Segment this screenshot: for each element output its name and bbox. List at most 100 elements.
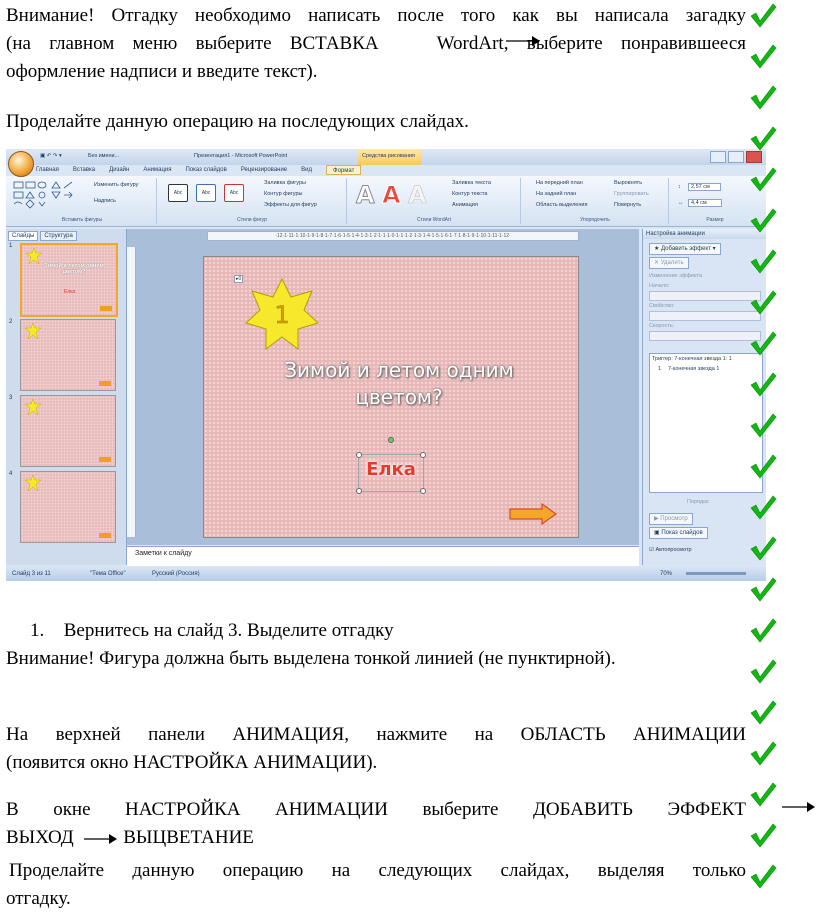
preview-button[interactable]: ▶ Просмотр xyxy=(649,513,693,525)
group-shape-styles: Abc Abc Abc Заливка фигуры Контур фигуры… xyxy=(158,178,347,224)
checkmark-icon xyxy=(750,126,777,151)
wordart-a-white[interactable]: A xyxy=(356,182,376,209)
text-outline-button[interactable]: Контур текста xyxy=(452,191,487,197)
send-back-button[interactable]: На задний план xyxy=(536,191,576,197)
selection-pane-button[interactable]: Область выделения xyxy=(536,202,587,208)
tab-home[interactable]: Главная xyxy=(36,165,59,175)
paragraph-line: На верхней панели АНИМАЦИЯ, нажмите на О… xyxy=(6,724,746,745)
answer-text: Елка xyxy=(366,459,416,480)
quick-file-label: Без имени... xyxy=(88,153,120,159)
animation-list: Триггер: 7-конечная звезда 1: 1 1 7-коне… xyxy=(649,353,763,493)
arrow-icon xyxy=(99,533,111,538)
checkmark-icon xyxy=(750,249,777,274)
thumb-title: Зимой и летом одним цветом? xyxy=(44,263,104,275)
window-title: Презентация1 - Microsoft PowerPoint xyxy=(194,153,288,159)
thumb-answer: Елка xyxy=(64,289,76,295)
checkmark-icon xyxy=(750,577,777,602)
tab-insert[interactable]: Вставка xyxy=(73,165,95,175)
rotation-handle[interactable] xyxy=(388,437,394,443)
animation-item[interactable]: 7-конечная звезда 1 xyxy=(668,366,719,372)
current-slide[interactable]: ▸0 1 Зимой и летом одним цветом? Елка xyxy=(203,256,579,538)
rotate-button[interactable]: Повернуть xyxy=(614,202,641,208)
text-fill-button[interactable]: Заливка текста xyxy=(452,180,491,186)
paragraph-line: отгадку. xyxy=(6,888,71,909)
remove-button[interactable]: ✕ Удалить xyxy=(649,257,689,269)
order-label[interactable]: Порядок xyxy=(687,499,709,505)
slide-thumbnail[interactable] xyxy=(20,395,116,467)
height-field[interactable]: 2,57 см xyxy=(688,183,721,191)
star-icon[interactable]: 1 xyxy=(244,277,320,353)
bring-front-button[interactable]: На передний план xyxy=(536,180,583,186)
change-shape-button[interactable]: Изменить фигуру xyxy=(94,182,138,188)
tab-view[interactable]: Вид xyxy=(301,165,312,175)
start-select[interactable] xyxy=(649,291,761,301)
autopreview-checkbox[interactable]: ☑ Автопросмотр xyxy=(649,547,692,553)
arrow-icon xyxy=(99,381,111,386)
slide-editor: ·12·1·11·1·10·1·9·1·8·1·7·1·6·1·5·1·4·1·… xyxy=(127,229,639,545)
office-button-icon[interactable] xyxy=(8,151,34,177)
paragraph-line: Внимание! Отгадку необходимо написать по… xyxy=(6,5,746,26)
shape-outline-button[interactable]: Контур фигуры xyxy=(264,191,302,197)
add-effect-button[interactable]: ★ Добавить эффект ▾ xyxy=(649,243,721,255)
style-abc-1[interactable]: Abc xyxy=(168,184,188,202)
style-abc-3[interactable]: Abc xyxy=(224,184,244,202)
quick-access-icons[interactable]: ▣ ↶ ↷ ▾ xyxy=(40,153,62,159)
tab-format[interactable]: Формат xyxy=(326,165,362,175)
speed-select[interactable] xyxy=(649,331,761,341)
tab-review[interactable]: Рецензирование xyxy=(241,165,287,175)
text-fade: ВЫЦВЕТАНИЕ xyxy=(123,827,254,848)
shapes-gallery-icon[interactable] xyxy=(12,180,84,210)
ribbon-tabs: Главная Вставка Дизайн Анимация Показ сл… xyxy=(36,165,362,175)
tab-slideshow[interactable]: Показ слайдов xyxy=(186,165,227,175)
resize-handle[interactable] xyxy=(356,488,362,494)
text-box-button[interactable]: Надпись xyxy=(94,198,116,204)
notes-pane[interactable]: Заметки к слайду xyxy=(127,546,639,566)
slide-thumbnail[interactable] xyxy=(20,471,116,543)
next-arrow-icon[interactable] xyxy=(508,503,558,525)
slide-thumbnail[interactable]: Зимой и летом одним цветом? Елка xyxy=(20,243,118,317)
speed-label: Скорость: xyxy=(649,323,675,329)
width-field[interactable]: 4,4 см xyxy=(688,199,722,207)
tab-slides[interactable]: Слайды xyxy=(8,231,39,241)
align-button[interactable]: Выровнять xyxy=(614,180,642,186)
ribbon: Изменить фигуру Надпись Вставить фигуры … xyxy=(6,176,766,227)
group-button[interactable]: Группировать xyxy=(614,191,649,197)
checkmark-icon xyxy=(750,290,777,315)
group-label: Стили WordArt xyxy=(416,217,452,223)
status-zoom: 70% xyxy=(660,571,673,577)
zoom-slider[interactable] xyxy=(686,572,746,575)
shape-fill-button[interactable]: Заливка фигуры xyxy=(264,180,306,186)
group-size: ↕ 2,57 см ↔ 4,4 см Размер xyxy=(670,178,760,224)
text-choose: выберите понравившееся xyxy=(526,33,747,54)
tab-animation[interactable]: Анимация xyxy=(143,165,171,175)
star-icon xyxy=(25,399,41,415)
status-slide: Слайд 3 из 11 xyxy=(12,571,51,577)
resize-handle[interactable] xyxy=(420,452,426,458)
text-exit: ВЫХОД xyxy=(6,827,74,848)
trigger-row[interactable]: Триггер: 7-конечная звезда 1: 1 xyxy=(652,356,732,362)
star-icon xyxy=(25,475,41,491)
slide-thumbnail[interactable] xyxy=(20,319,116,391)
slideshow-button[interactable]: ▣ Показ слайдов xyxy=(649,527,708,539)
wordart-a-light[interactable]: A xyxy=(408,182,427,209)
slides-pane: Слайды Структура 1 Зимой и летом одним ц… xyxy=(6,229,127,565)
slide-title[interactable]: Зимой и летом одним цветом? xyxy=(274,357,524,411)
checkmark-icon xyxy=(750,864,777,889)
resize-handle[interactable] xyxy=(420,488,426,494)
text-wordart: WordArt, xyxy=(436,33,509,54)
property-select[interactable] xyxy=(649,311,761,321)
tab-outline[interactable]: Структура xyxy=(40,231,77,241)
property-label: Свойство: xyxy=(649,303,675,309)
tab-design[interactable]: Дизайн xyxy=(109,165,129,175)
answer-wordart[interactable]: Елка xyxy=(358,454,424,492)
paragraph-line: Проделайте данную операцию на следующих … xyxy=(9,860,746,881)
checkmark-icon xyxy=(750,536,777,561)
style-abc-2[interactable]: Abc xyxy=(196,184,216,202)
text-animation-button[interactable]: Анимация xyxy=(452,202,478,208)
vertical-ruler xyxy=(127,247,136,537)
shape-effects-button[interactable]: Эффекты для фигур xyxy=(264,202,317,208)
resize-handle[interactable] xyxy=(356,452,362,458)
checkmark-icon xyxy=(750,167,777,192)
wordart-a-red[interactable]: A xyxy=(382,182,402,209)
paragraph-line: (на главном меню выберите ВСТАВКА WordArt… xyxy=(6,30,746,57)
